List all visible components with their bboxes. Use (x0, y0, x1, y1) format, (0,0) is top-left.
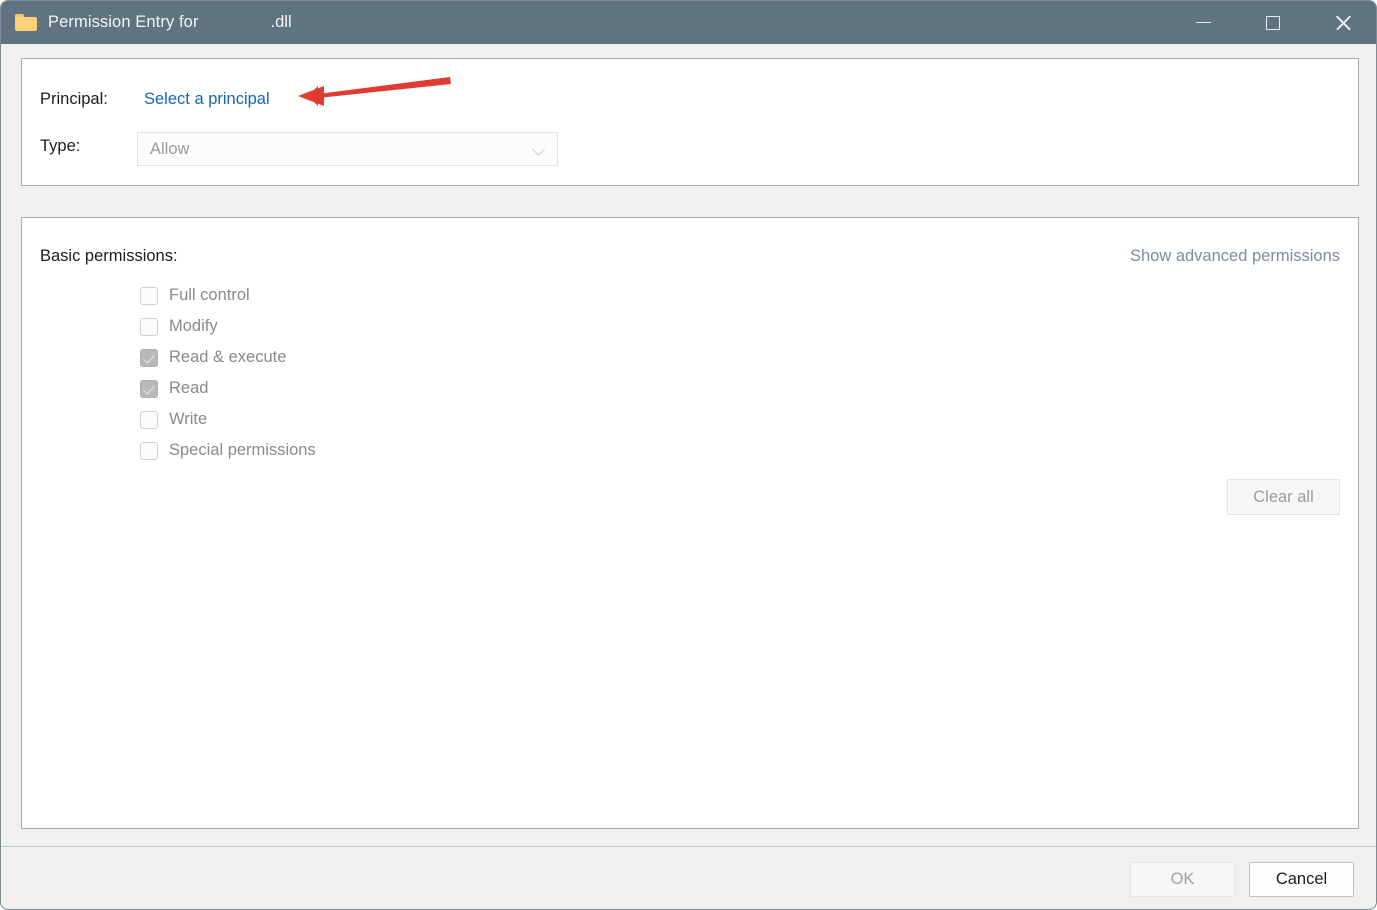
permission-label: Full control (169, 286, 250, 304)
principal-panel: Principal: Select a principal Type: Allo… (21, 58, 1359, 186)
permission-row[interactable]: Read (140, 373, 316, 404)
permission-label: Read (169, 379, 209, 397)
permissions-panel: Basic permissions: Show advanced permiss… (21, 217, 1359, 829)
footer-separator (2, 846, 1376, 847)
permission-label: Read & execute (169, 348, 287, 366)
principal-label: Principal: (40, 90, 108, 108)
clear-all-button[interactable]: Clear all (1227, 479, 1340, 515)
checkbox-read-execute[interactable] (140, 348, 158, 367)
show-advanced-permissions-link[interactable]: Show advanced permissions (1130, 247, 1340, 266)
type-selected-value: Allow (150, 139, 190, 158)
cancel-button[interactable]: Cancel (1249, 862, 1354, 897)
window-title: Permission Entry for (48, 13, 199, 31)
minimize-button[interactable] (1168, 1, 1238, 44)
permission-entry-dialog: Permission Entry for .dll Principal: Sel… (0, 0, 1377, 910)
permission-label: Write (169, 410, 208, 428)
permission-row[interactable]: Modify (140, 311, 316, 342)
checkbox-special-permissions[interactable] (140, 441, 158, 460)
title-bar: Permission Entry for .dll (1, 1, 1376, 44)
type-dropdown[interactable]: Allow (137, 132, 558, 166)
permission-row[interactable]: Read & execute (140, 342, 316, 373)
permission-row[interactable]: Full control (140, 280, 316, 311)
checkbox-modify[interactable] (140, 317, 158, 336)
maximize-icon (1266, 15, 1280, 30)
minimize-icon (1195, 22, 1211, 23)
type-label: Type: (40, 137, 81, 155)
checkbox-full-control[interactable] (140, 286, 158, 305)
permissions-checkbox-list: Full control Modify Read & execute Read … (140, 280, 316, 466)
checkbox-read[interactable] (140, 379, 158, 398)
permission-label: Modify (169, 317, 218, 335)
maximize-button[interactable] (1238, 1, 1308, 44)
close-icon (1334, 14, 1352, 32)
folder-icon (15, 14, 37, 31)
permission-row[interactable]: Write (140, 404, 316, 435)
select-principal-link[interactable]: Select a principal (144, 90, 270, 109)
window-title-filename: .dll (270, 13, 292, 31)
basic-permissions-label: Basic permissions: (40, 247, 178, 265)
chevron-down-icon (532, 143, 545, 156)
checkbox-write[interactable] (140, 410, 158, 429)
permission-row[interactable]: Special permissions (140, 435, 316, 466)
permission-label: Special permissions (169, 441, 316, 459)
close-button[interactable] (1308, 1, 1376, 44)
ok-button[interactable]: OK (1130, 862, 1235, 897)
window-controls (1168, 1, 1376, 44)
